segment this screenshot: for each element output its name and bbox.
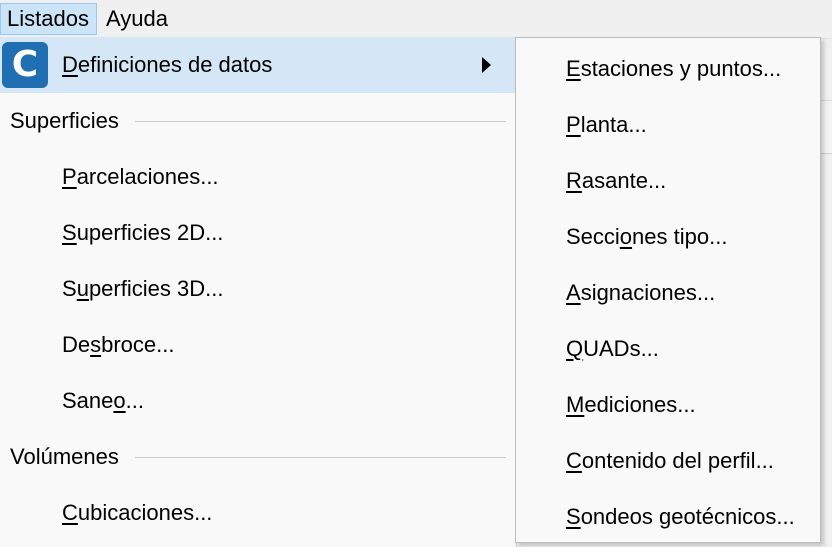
menu-item-label: Superficies 3D... (62, 276, 224, 301)
menu-item-desbroce[interactable]: Desbroce... (0, 317, 516, 373)
menu-item-label: Superficies 2D... (62, 220, 224, 245)
menu-item-definiciones-de-datos[interactable]: C Definiciones de datos (0, 37, 516, 93)
section-header-volumenes: Volúmenes (0, 429, 516, 485)
menu-item-label: Saneo... (62, 388, 144, 413)
submenu-arrow-icon (482, 57, 491, 73)
application-window: Listados Ayuda C Definiciones de datos Sup… (0, 0, 832, 547)
definiciones-submenu: Estaciones y puntos... Planta... Rasante..… (515, 37, 821, 543)
submenu-item-label: QUADs... (566, 336, 659, 361)
submenu-item-asignaciones[interactable]: Asignaciones... (516, 264, 820, 320)
submenu-item-label: Contenido del perfil... (566, 448, 774, 473)
submenu-item-label: Estaciones y puntos... (566, 56, 782, 81)
menu-item-cubicaciones[interactable]: Cubicaciones... (0, 485, 516, 541)
menu-listados[interactable]: Listados (0, 3, 97, 35)
submenu-item-estaciones-y-puntos[interactable]: Estaciones y puntos... (516, 40, 820, 96)
submenu-item-label: Planta... (566, 112, 647, 137)
listados-dropdown-menu: C Definiciones de datos Superficies Parcela… (0, 37, 517, 547)
submenu-item-sondeos-geotecnicos[interactable]: Sondeos geotécnicos... (516, 488, 820, 544)
section-divider (134, 121, 506, 122)
section-divider (134, 457, 506, 458)
submenu-item-rasante[interactable]: Rasante... (516, 152, 820, 208)
submenu-item-quads[interactable]: QUADs... (516, 320, 820, 376)
submenu-item-label: Secciones tipo... (566, 224, 728, 249)
menu-ayuda[interactable]: Ayuda (100, 3, 184, 35)
app-logo-glyph: C (11, 44, 39, 85)
menu-item-superficies-2d[interactable]: Superficies 2D... (0, 205, 516, 261)
menu-item-label: Cubicaciones... (62, 500, 213, 525)
menu-item-label: Desbroce... (62, 332, 175, 357)
menu-item-parcelaciones[interactable]: Parcelaciones... (0, 149, 516, 205)
submenu-item-mediciones[interactable]: Mediciones... (516, 376, 820, 432)
section-label: Superficies (10, 93, 129, 149)
menu-item-saneo[interactable]: Saneo... (0, 373, 516, 429)
submenu-item-contenido-del-perfil[interactable]: Contenido del perfil... (516, 432, 820, 488)
submenu-item-planta[interactable]: Planta... (516, 96, 820, 152)
submenu-item-label: Mediciones... (566, 392, 696, 417)
menu-item-superficies-3d[interactable]: Superficies 3D... (0, 261, 516, 317)
section-label: Volúmenes (10, 429, 129, 485)
app-logo-icon: C (2, 42, 48, 88)
submenu-item-label: Asignaciones... (566, 280, 716, 305)
submenu-item-secciones-tipo[interactable]: Secciones tipo... (516, 208, 820, 264)
submenu-item-label: Sondeos geotécnicos... (566, 504, 795, 529)
section-header-superficies: Superficies (0, 93, 516, 149)
menu-bar: Listados Ayuda (0, 0, 832, 39)
submenu-item-label: Rasante... (566, 168, 667, 193)
menu-item-label: Definiciones de datos (62, 52, 273, 77)
menu-item-label: Parcelaciones... (62, 164, 219, 189)
